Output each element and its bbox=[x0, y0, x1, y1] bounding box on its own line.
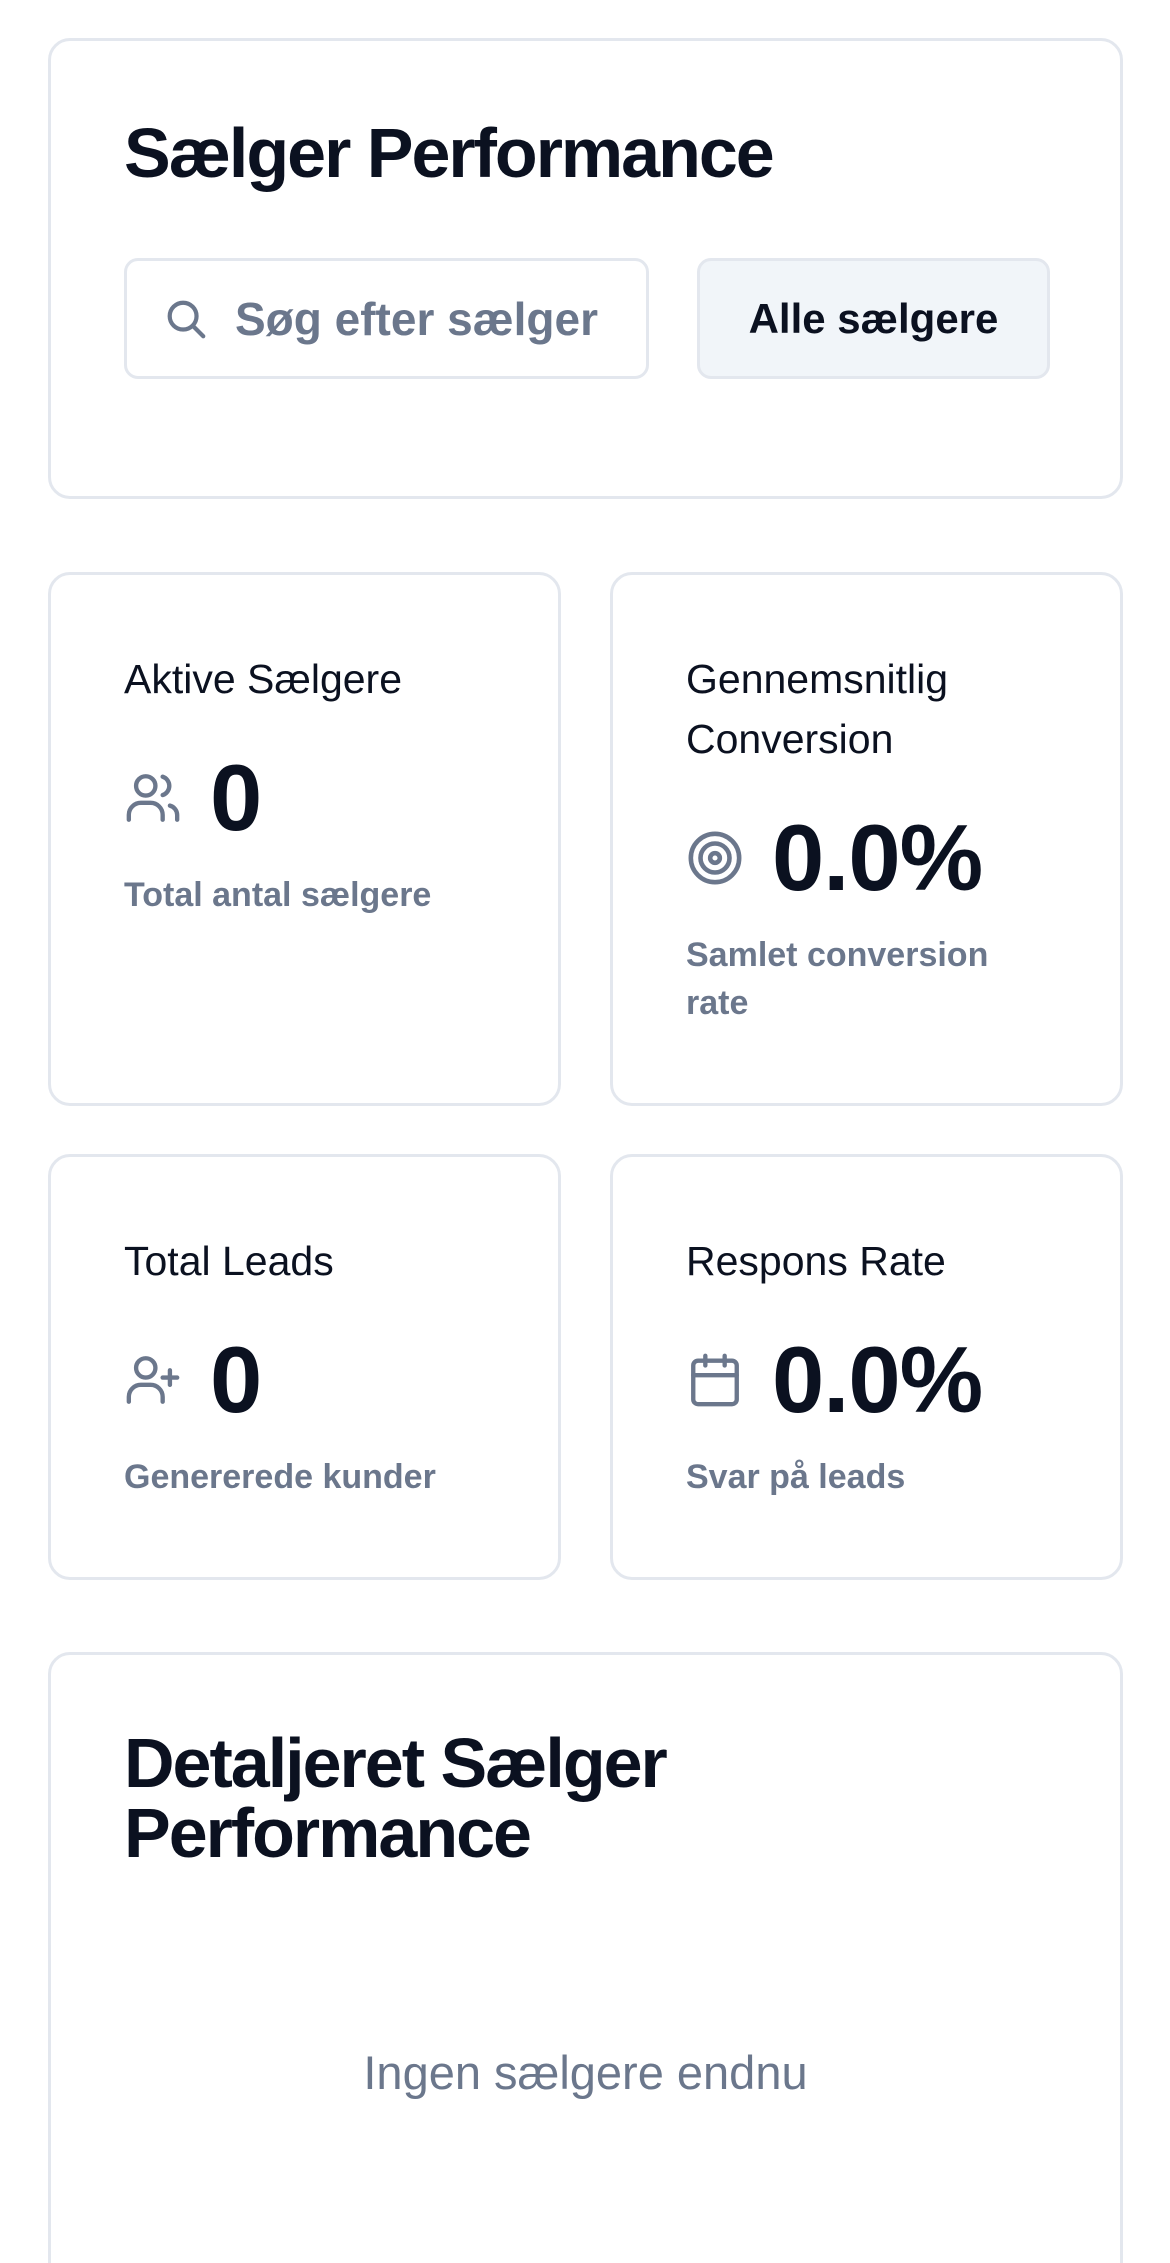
stat-card-avg-conversion: Gennemsnitlig Conversion 0.0% Samlet con… bbox=[610, 572, 1123, 1106]
stat-value: 0 bbox=[210, 1327, 262, 1432]
stat-card-active-sellers: Aktive Sælgere 0 Total antal sælgere bbox=[48, 572, 561, 1106]
stat-value: 0.0% bbox=[772, 1327, 983, 1432]
stat-description: Svar på leads bbox=[686, 1458, 906, 1496]
stat-card-total-leads: Total Leads 0 Genererede kunder bbox=[48, 1154, 561, 1580]
search-icon bbox=[167, 300, 206, 338]
calendar-icon bbox=[691, 1353, 739, 1407]
stat-value-row: 0 bbox=[124, 1327, 262, 1432]
stat-description: Genererede kunder bbox=[124, 1458, 436, 1496]
stat-value-row: 0.0% bbox=[686, 805, 983, 910]
stat-description: Total antal sælgere bbox=[124, 876, 432, 914]
search-box[interactable] bbox=[124, 258, 649, 379]
page-title: Sælger Performance bbox=[124, 114, 775, 192]
stat-label: Aktive Sælgere bbox=[124, 656, 403, 702]
stat-label: Respons Rate bbox=[686, 1238, 946, 1284]
stat-value-row: 0 bbox=[124, 745, 262, 850]
seller-filter-button[interactable]: Alle sælgere bbox=[697, 258, 1050, 379]
stat-label: Gennemsnitlig Conversion bbox=[686, 656, 949, 762]
user-plus-icon bbox=[126, 1356, 180, 1404]
header-card: Sælger Performance Alle sælgere bbox=[48, 38, 1123, 499]
stat-value: 0.0% bbox=[772, 805, 983, 910]
page: Sælger Performance Alle sælgere Aktive S… bbox=[0, 0, 1170, 2263]
search-input[interactable] bbox=[235, 291, 635, 346]
stat-value-row: 0.0% bbox=[686, 1327, 983, 1432]
detail-title: Detaljeret Sælger Performance bbox=[124, 1724, 668, 1872]
target-icon bbox=[688, 831, 742, 885]
stat-value: 0 bbox=[210, 745, 262, 850]
empty-state-text: Ingen sælgere endnu bbox=[363, 2046, 808, 2099]
detail-card: Detaljeret Sælger Performance Ingen sælg… bbox=[48, 1652, 1123, 2263]
stat-card-response-rate: Respons Rate 0.0% Svar på leads bbox=[610, 1154, 1123, 1580]
users-icon bbox=[126, 774, 180, 822]
stat-label: Total Leads bbox=[124, 1238, 334, 1284]
stat-description: Samlet conversion rate bbox=[686, 936, 989, 1022]
